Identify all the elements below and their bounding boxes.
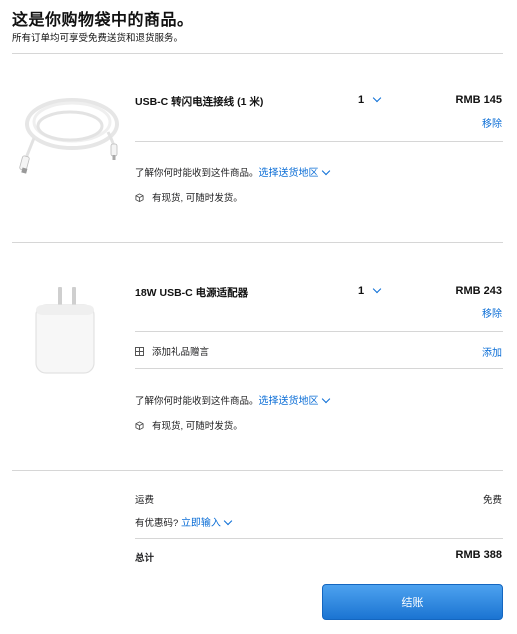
gift-icon	[135, 346, 144, 356]
select-region-label: 选择送货地区	[258, 168, 319, 179]
chevron-down-icon	[321, 394, 330, 404]
quantity-value: 1	[358, 94, 365, 106]
chevron-down-icon	[372, 284, 382, 294]
divider	[135, 368, 503, 369]
remove-button[interactable]: 移除	[462, 115, 502, 130]
shipping-value: 免费	[482, 495, 502, 506]
delivery-text: 了解你何时能收到这件商品。	[135, 396, 259, 407]
delivery-info: 了解你何时能收到这件商品。选择送货地区	[135, 164, 330, 179]
select-region-label: 选择送货地区	[258, 396, 319, 407]
delivery-info: 了解你何时能收到这件商品。选择送货地区	[135, 392, 330, 407]
stock-text: 有现货, 可随时发货。	[152, 193, 243, 204]
page-subtitle: 所有订单均可享受免费送货和退货服务。	[12, 33, 184, 44]
chevron-down-icon	[321, 166, 330, 176]
shipping-label: 运费	[135, 495, 155, 506]
gift-label: 添加礼品赠言	[152, 347, 210, 358]
total-value: RMB 388	[455, 549, 502, 561]
divider	[135, 331, 503, 332]
item-name: USB-C 转闪电连接线 (1 米)	[135, 96, 264, 108]
divider	[12, 470, 503, 471]
quantity-select[interactable]: 1	[358, 93, 382, 106]
divider	[12, 53, 503, 54]
divider	[135, 538, 503, 539]
box-icon	[135, 192, 144, 202]
promo-row: 有优惠码? 立即输入	[135, 514, 233, 529]
chevron-down-icon	[372, 93, 382, 103]
delivery-text: 了解你何时能收到这件商品。	[135, 168, 259, 179]
add-gift-message-button[interactable]: 添加	[462, 344, 502, 359]
remove-button[interactable]: 移除	[462, 305, 502, 320]
quantity-select[interactable]: 1	[358, 284, 382, 297]
adapter-product-image	[28, 283, 100, 375]
box-icon	[135, 420, 144, 430]
stock-status: 有现货, 可随时发货。	[135, 418, 243, 432]
page-title: 这是你购物袋中的商品。	[12, 12, 194, 29]
promo-code-link[interactable]: 立即输入	[180, 516, 233, 529]
cable-product-image	[12, 88, 127, 178]
stock-status: 有现货, 可随时发货。	[135, 190, 243, 204]
select-region-link[interactable]: 选择送货地区	[258, 166, 330, 179]
checkout-label: 结账	[401, 597, 424, 609]
divider	[12, 242, 503, 243]
stock-text: 有现货, 可随时发货。	[152, 421, 243, 432]
total-label: 总计	[135, 553, 155, 564]
select-region-link[interactable]: 选择送货地区	[258, 394, 330, 407]
item-price: RMB 243	[455, 285, 502, 297]
divider	[135, 141, 503, 142]
checkout-button[interactable]: 结账	[322, 584, 503, 620]
quantity-value: 1	[358, 285, 365, 297]
item-name: 18W USB-C 电源适配器	[135, 287, 249, 299]
promo-link-label: 立即输入	[180, 518, 221, 529]
promo-label: 有优惠码?	[135, 518, 179, 529]
chevron-down-icon	[223, 516, 233, 526]
item-price: RMB 145	[455, 94, 502, 106]
gift-message-row: 添加礼品赠言	[135, 344, 209, 358]
